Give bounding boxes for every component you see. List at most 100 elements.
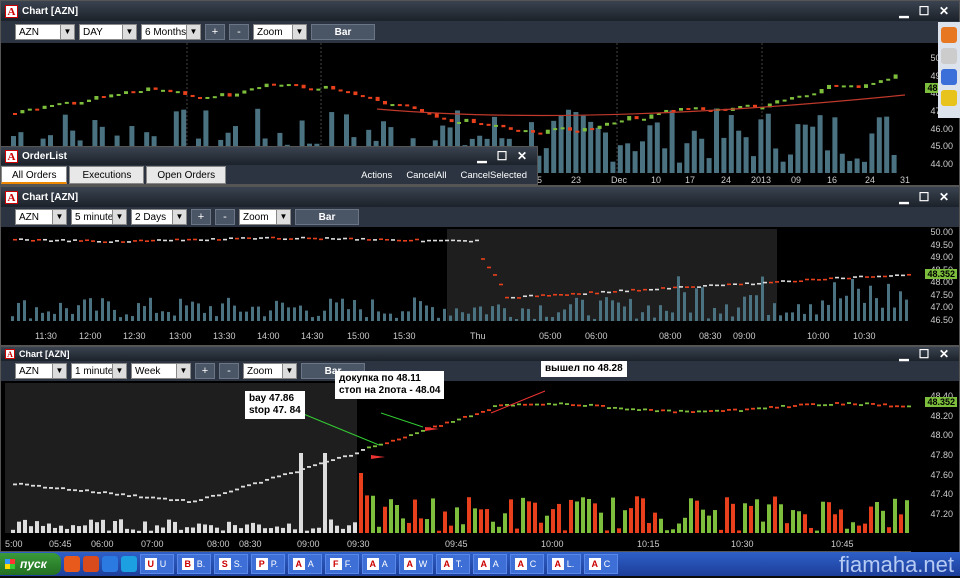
zoom-in-button[interactable]: + xyxy=(205,24,225,40)
back-icon[interactable] xyxy=(941,27,957,43)
close-icon[interactable]: ✕ xyxy=(937,347,951,361)
candle xyxy=(547,294,551,297)
volume-bar xyxy=(833,282,836,321)
volume-bar xyxy=(509,499,513,533)
volume-bar xyxy=(905,500,909,533)
candle xyxy=(138,91,143,94)
minimize-icon[interactable]: ▁ xyxy=(897,347,911,361)
x-tick-label: 5:00 xyxy=(5,539,23,549)
volume-bar xyxy=(143,521,147,533)
zoom-in-button[interactable]: + xyxy=(195,363,215,379)
tab-all-orders[interactable]: All Orders xyxy=(1,166,68,184)
volume-bar xyxy=(791,312,794,321)
taskbar-item[interactable]: AA xyxy=(361,554,396,574)
taskbar-item[interactable]: UU xyxy=(139,554,174,574)
1min-chart-plot[interactable]: 5:00 05:45 06:00 07:00 08:00 08:30 09:00 09:30 0… xyxy=(5,383,917,553)
candle xyxy=(109,492,113,495)
candle xyxy=(109,241,113,243)
taskbar-item[interactable]: AA xyxy=(472,554,507,574)
taskbar-item[interactable]: B B. xyxy=(176,554,211,574)
maximize-icon[interactable]: ☐ xyxy=(917,4,931,18)
window-icon[interactable] xyxy=(941,69,957,85)
maximize-icon[interactable]: ☐ xyxy=(495,149,509,163)
volume-bar xyxy=(881,307,884,321)
opera-icon[interactable] xyxy=(82,556,99,572)
taskbar-item[interactable]: A L. xyxy=(546,554,581,574)
candle xyxy=(367,239,371,241)
x-tick-label: 23 xyxy=(571,175,581,185)
volume-bar xyxy=(825,150,830,173)
bar-type-button[interactable]: Bar xyxy=(311,24,375,40)
candle xyxy=(42,105,47,109)
cancel-all-button[interactable]: CancelAll xyxy=(406,170,446,181)
skype-icon[interactable] xyxy=(120,556,137,572)
symbol-select[interactable]: AZN ▼ xyxy=(15,363,67,379)
settings-icon[interactable] xyxy=(941,48,957,64)
maximize-icon[interactable]: ☐ xyxy=(917,347,931,361)
zoom-select[interactable]: Zoom ▼ xyxy=(243,363,297,379)
zoom-out-button[interactable]: - xyxy=(215,209,235,225)
volume-bar xyxy=(47,523,51,533)
volume-bar xyxy=(503,308,506,321)
firefox-icon[interactable] xyxy=(63,556,80,572)
range-select[interactable]: 2 Days ▼ xyxy=(131,209,187,225)
range-select[interactable]: 6 Months ▼ xyxy=(141,24,201,40)
minimize-icon[interactable]: ▁ xyxy=(475,149,489,163)
taskbar-item[interactable]: AC xyxy=(509,554,544,574)
ie-icon[interactable] xyxy=(101,556,118,572)
candle xyxy=(43,238,47,241)
range-select[interactable]: Week ▼ xyxy=(131,363,191,379)
help-icon[interactable] xyxy=(941,90,957,106)
x-tick-label: 09:30 xyxy=(347,539,370,549)
minimize-icon[interactable]: ▁ xyxy=(897,4,911,18)
candle xyxy=(264,83,269,88)
taskbar-item[interactable]: P P. xyxy=(250,554,285,574)
tab-executions[interactable]: Executions xyxy=(69,166,145,184)
actions-button[interactable]: Actions xyxy=(361,170,392,181)
close-icon[interactable]: ✕ xyxy=(515,149,529,163)
tab-open-orders[interactable]: Open Orders xyxy=(146,166,227,184)
chevron-down-icon: ▼ xyxy=(186,25,200,39)
chart-titlebar[interactable]: A Chart [AZN] ▁ ☐ ✕ xyxy=(1,1,959,21)
symbol-select[interactable]: AZN ▼ xyxy=(15,209,67,225)
candle xyxy=(607,407,611,410)
zoom-select[interactable]: Zoom ▼ xyxy=(253,24,307,40)
taskbar-item[interactable]: A T. xyxy=(435,554,470,574)
candle xyxy=(685,286,689,288)
interval-select[interactable]: 5 minutes ▼ xyxy=(71,209,127,225)
candle xyxy=(13,238,17,241)
volume-bar xyxy=(779,504,783,533)
cancel-selected-button[interactable]: CancelSelected xyxy=(460,170,527,181)
zoom-out-button[interactable]: - xyxy=(219,363,239,379)
taskbar-item-label: P. xyxy=(270,559,279,569)
taskbar-item[interactable]: AA xyxy=(287,554,322,574)
minimize-icon[interactable]: ▁ xyxy=(897,190,911,204)
candle xyxy=(715,284,719,287)
taskbar-item[interactable]: AW xyxy=(398,554,433,574)
volume-bar xyxy=(755,499,759,533)
bar-type-button[interactable]: Bar xyxy=(295,209,359,225)
taskbar-item[interactable]: AC xyxy=(583,554,618,574)
volume-bar xyxy=(706,158,712,173)
symbol-select[interactable]: AZN ▼ xyxy=(15,24,75,40)
taskbar-item[interactable]: S S. xyxy=(213,554,248,574)
zoom-select[interactable]: Zoom ▼ xyxy=(239,209,291,225)
zoom-out-button[interactable]: - xyxy=(229,24,249,40)
zoom-in-button[interactable]: + xyxy=(191,209,211,225)
taskbar-item[interactable]: F F. xyxy=(324,554,359,574)
close-icon[interactable]: ✕ xyxy=(937,4,951,18)
candle xyxy=(242,90,247,94)
start-button[interactable]: пуск xyxy=(0,553,61,575)
candle xyxy=(709,284,713,286)
maximize-icon[interactable]: ☐ xyxy=(917,190,931,204)
volume-bar xyxy=(167,311,170,321)
close-icon[interactable]: ✕ xyxy=(937,190,951,204)
interval-select[interactable]: DAY ▼ xyxy=(79,24,137,40)
5min-chart-plot[interactable]: 11:30 12:00 12:30 13:00 13:30 14:00 14:30 15:00… xyxy=(5,229,917,345)
candle xyxy=(277,237,281,240)
candle xyxy=(169,239,173,242)
candle xyxy=(823,404,827,407)
volume-bar xyxy=(209,306,212,321)
volume-bar xyxy=(257,306,260,321)
interval-select[interactable]: 1 minute ▼ xyxy=(71,363,127,379)
